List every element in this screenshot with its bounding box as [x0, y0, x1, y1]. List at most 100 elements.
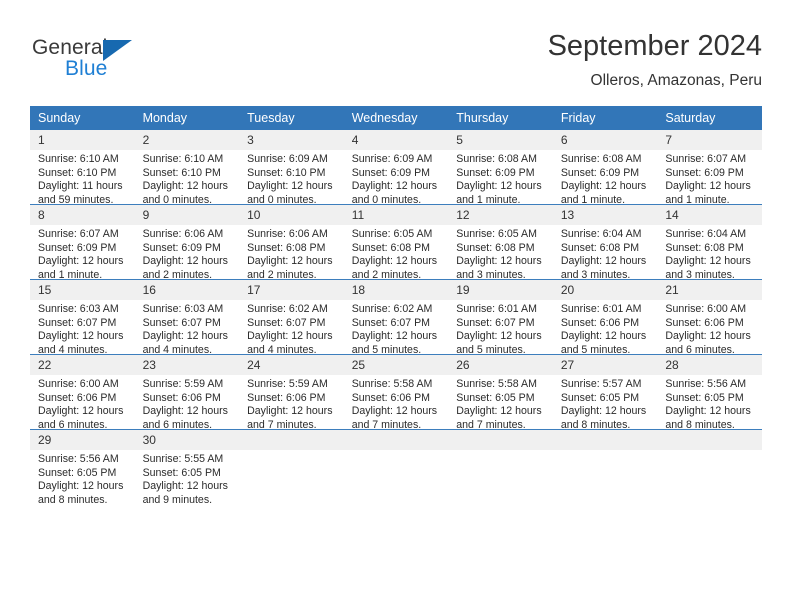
sunrise-text: Sunrise: 6:07 AM [665, 153, 747, 165]
weekday-header-friday: Friday [552, 106, 658, 130]
sunset-text: Sunset: 6:05 PM [665, 391, 744, 404]
day-cell[interactable]: 16 Sunrise: 6:03 AM Sunset: 6:07 PM Dayl… [134, 279, 240, 357]
day-cell[interactable]: 4 Sunrise: 6:09 AM Sunset: 6:09 PM Dayli… [343, 130, 449, 206]
sunrise-text: Sunrise: 6:06 AM [142, 228, 224, 240]
day-cell[interactable]: 3 Sunrise: 6:09 AM Sunset: 6:10 PM Dayli… [239, 130, 344, 207]
sunset-text: Sunset: 6:05 PM [560, 391, 640, 404]
day-cell[interactable]: 5 Sunrise: 6:08 AM Sunset: 6:09 PM Dayli… [448, 130, 553, 206]
day-cell[interactable]: 29 Sunrise: 5:56 AM Sunset: 6:05 PM Dayl… [30, 429, 135, 506]
daylight-text-line2: and 8 minutes. [38, 493, 108, 506]
sunrise-text: Sunrise: 5:58 AM [351, 378, 433, 390]
sunset-text: Sunset: 6:09 PM [142, 241, 221, 254]
day-cell[interactable]: 24 Sunrise: 5:59 AM Sunset: 6:06 PM Dayl… [239, 354, 344, 431]
day-cell[interactable]: 18 Sunrise: 6:02 AM Sunset: 6:07 PM Dayl… [343, 279, 449, 357]
sunset-text: Sunset: 6:09 PM [456, 166, 535, 179]
day-cell[interactable]: 13 Sunrise: 6:04 AM Sunset: 6:08 PM Dayl… [552, 204, 658, 281]
calendar-body: 1 Sunrise: 6:10 AM Sunset: 6:10 PM Dayli… [30, 130, 762, 506]
day-cell[interactable]: 30 Sunrise: 5:55 AM Sunset: 6:05 PM Dayl… [134, 429, 240, 506]
sunset-text: Sunset: 6:09 PM [351, 166, 431, 179]
day-cell[interactable]: 27 Sunrise: 5:57 AM Sunset: 6:05 PM Dayl… [552, 354, 658, 431]
day-cell[interactable]: 23 Sunrise: 5:59 AM Sunset: 6:06 PM Dayl… [134, 354, 240, 432]
day-number: 17 [239, 280, 344, 300]
sunrise-text: Sunrise: 6:08 AM [456, 153, 537, 165]
daylight-text-line1: Daylight: 12 hours [142, 480, 228, 493]
day-cell[interactable]: 1 Sunrise: 6:10 AM Sunset: 6:10 PM Dayli… [30, 130, 135, 206]
day-number [343, 430, 449, 450]
day-details: Sunrise: 6:10 AM Sunset: 6:10 PM Dayligh… [135, 150, 240, 207]
day-details: Sunrise: 6:03 AM Sunset: 6:07 PM Dayligh… [135, 300, 240, 357]
daylight-text-line1: Daylight: 12 hours [665, 255, 751, 268]
day-number: 5 [448, 130, 553, 150]
sunset-text: Sunset: 6:08 PM [665, 241, 744, 254]
sunrise-text: Sunrise: 5:57 AM [560, 378, 642, 390]
sunset-text: Sunset: 6:05 PM [142, 466, 221, 479]
day-number: 6 [552, 130, 658, 150]
day-cell[interactable]: 22 Sunrise: 6:00 AM Sunset: 6:06 PM Dayl… [30, 354, 135, 432]
day-number: 11 [343, 205, 449, 225]
sunset-text: Sunset: 6:06 PM [38, 391, 117, 404]
sunset-text: Sunset: 6:06 PM [665, 316, 744, 329]
day-cell[interactable]: 25 Sunrise: 5:58 AM Sunset: 6:06 PM Dayl… [343, 354, 449, 431]
day-cell[interactable]: 11 Sunrise: 6:05 AM Sunset: 6:08 PM Dayl… [343, 204, 449, 281]
day-cell[interactable]: 28 Sunrise: 5:56 AM Sunset: 6:05 PM Dayl… [657, 354, 762, 431]
sunset-text: Sunset: 6:06 PM [560, 316, 640, 329]
day-cell[interactable]: 21 Sunrise: 6:00 AM Sunset: 6:06 PM Dayl… [657, 279, 762, 356]
day-cell[interactable]: 2 Sunrise: 6:10 AM Sunset: 6:10 PM Dayli… [134, 130, 240, 207]
day-cell[interactable]: 17 Sunrise: 6:02 AM Sunset: 6:07 PM Dayl… [239, 279, 344, 356]
day-cell[interactable]: 15 Sunrise: 6:03 AM Sunset: 6:07 PM Dayl… [30, 279, 135, 356]
day-details [448, 450, 553, 453]
day-details: Sunrise: 5:59 AM Sunset: 6:06 PM Dayligh… [135, 375, 240, 432]
daylight-text-line1: Daylight: 12 hours [247, 180, 333, 193]
day-details: Sunrise: 6:08 AM Sunset: 6:09 PM Dayligh… [553, 150, 658, 207]
day-details [657, 450, 762, 453]
day-number [552, 430, 658, 450]
sunset-text: Sunset: 6:08 PM [456, 241, 535, 254]
daylight-text-line1: Daylight: 12 hours [247, 405, 333, 418]
general-blue-logo[interactable]: General Blue [32, 36, 232, 88]
sunset-text: Sunset: 6:09 PM [38, 241, 117, 254]
sunrise-text: Sunrise: 6:02 AM [247, 303, 328, 315]
sunrise-text: Sunrise: 6:04 AM [665, 228, 747, 240]
sunrise-text: Sunrise: 6:10 AM [38, 153, 119, 165]
day-cell[interactable]: 6 Sunrise: 6:08 AM Sunset: 6:09 PM Dayli… [552, 130, 658, 207]
day-details: Sunrise: 6:07 AM Sunset: 6:09 PM Dayligh… [657, 150, 762, 207]
weekday-header-saturday: Saturday [657, 106, 762, 130]
sunrise-text: Sunrise: 6:00 AM [38, 378, 119, 390]
day-details: Sunrise: 6:00 AM Sunset: 6:06 PM Dayligh… [30, 375, 135, 432]
weekday-header-thursday: Thursday [448, 106, 553, 130]
sunrise-text: Sunrise: 6:04 AM [560, 228, 642, 240]
day-cell[interactable]: 12 Sunrise: 6:05 AM Sunset: 6:08 PM Dayl… [448, 204, 553, 282]
sunrise-text: Sunrise: 6:01 AM [560, 303, 642, 315]
daylight-text-line1: Daylight: 12 hours [142, 330, 228, 343]
day-details: Sunrise: 6:01 AM Sunset: 6:07 PM Dayligh… [448, 300, 553, 357]
sunset-text: Sunset: 6:10 PM [247, 166, 326, 179]
day-number: 4 [343, 130, 449, 150]
daylight-text-line1: Daylight: 12 hours [38, 255, 124, 268]
sunrise-text: Sunrise: 6:00 AM [665, 303, 747, 315]
day-details: Sunrise: 6:02 AM Sunset: 6:07 PM Dayligh… [344, 300, 449, 357]
sunset-text: Sunset: 6:10 PM [38, 166, 117, 179]
day-cell[interactable]: 7 Sunrise: 6:07 AM Sunset: 6:09 PM Dayli… [657, 130, 762, 207]
day-number: 1 [30, 130, 135, 150]
sunset-text: Sunset: 6:10 PM [142, 166, 221, 179]
day-details: Sunrise: 6:09 AM Sunset: 6:10 PM Dayligh… [239, 150, 344, 207]
day-number: 12 [448, 205, 553, 225]
day-number [657, 430, 762, 450]
sunrise-text: Sunrise: 6:05 AM [351, 228, 433, 240]
sunset-text: Sunset: 6:05 PM [38, 466, 117, 479]
day-number: 14 [657, 205, 762, 225]
daylight-text-line1: Daylight: 12 hours [456, 255, 542, 268]
daylight-text-line1: Daylight: 12 hours [351, 330, 438, 343]
calendar-week-row: 29 Sunrise: 5:56 AM Sunset: 6:05 PM Dayl… [30, 429, 762, 506]
calendar-page: General Blue September 2024 Olleros, Ama… [0, 0, 792, 612]
day-cell[interactable]: 9 Sunrise: 6:06 AM Sunset: 6:09 PM Dayli… [134, 204, 240, 281]
day-details: Sunrise: 6:05 AM Sunset: 6:08 PM Dayligh… [448, 225, 553, 282]
day-cell[interactable]: 19 Sunrise: 6:01 AM Sunset: 6:07 PM Dayl… [448, 279, 553, 357]
day-cell[interactable]: 10 Sunrise: 6:06 AM Sunset: 6:08 PM Dayl… [239, 204, 344, 281]
day-number: 27 [552, 355, 658, 375]
calendar-week-row: 8 Sunrise: 6:07 AM Sunset: 6:09 PM Dayli… [30, 204, 762, 282]
day-cell[interactable]: 8 Sunrise: 6:07 AM Sunset: 6:09 PM Dayli… [30, 204, 135, 281]
day-cell[interactable]: 14 Sunrise: 6:04 AM Sunset: 6:08 PM Dayl… [657, 204, 762, 281]
day-cell[interactable]: 20 Sunrise: 6:01 AM Sunset: 6:06 PM Dayl… [552, 279, 658, 356]
day-cell[interactable]: 26 Sunrise: 5:58 AM Sunset: 6:05 PM Dayl… [448, 354, 553, 431]
